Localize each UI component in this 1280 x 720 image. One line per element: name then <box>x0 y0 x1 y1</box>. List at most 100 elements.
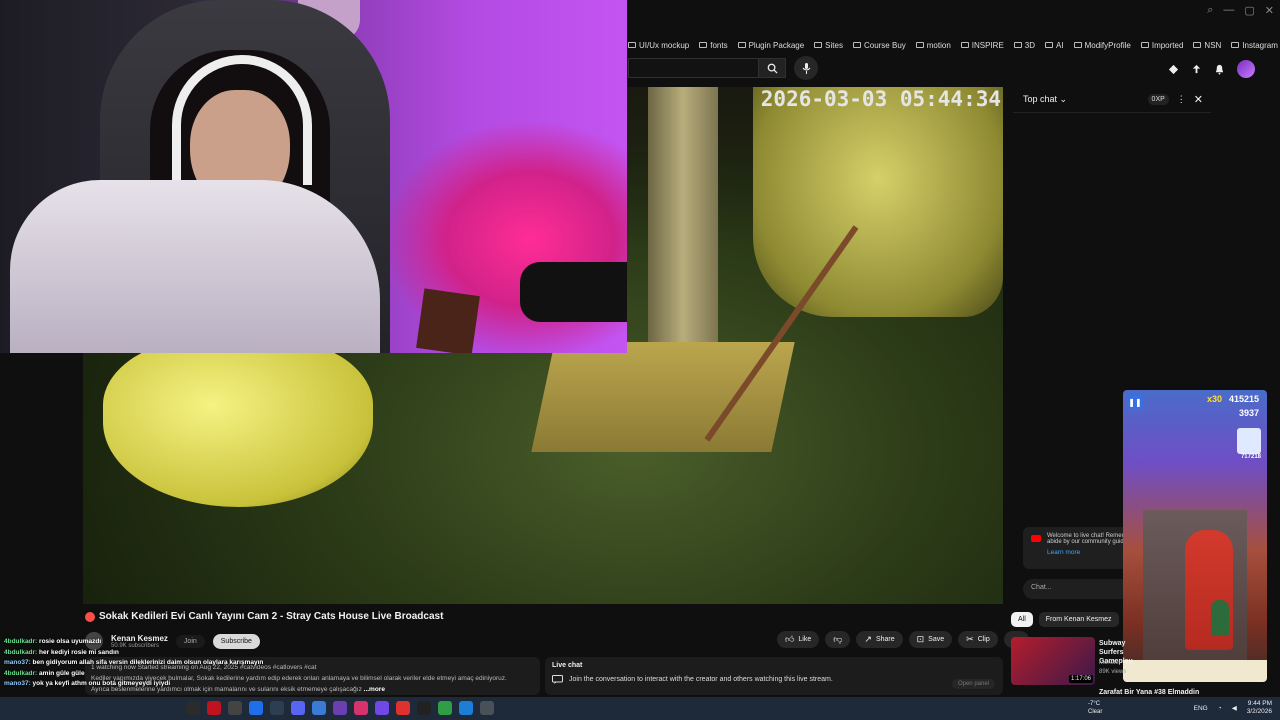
bookmark-item[interactable]: Course Buy <box>852 40 906 50</box>
app-icon[interactable] <box>291 701 305 715</box>
weather-widget[interactable]: -7°C Clear <box>1088 700 1102 716</box>
app-icon[interactable] <box>228 701 242 715</box>
stream-chat-overlay: 4bdulkadr: rosie olsa uyumazdı 4bdulkadr:… <box>4 637 294 690</box>
app-icon[interactable] <box>396 701 410 715</box>
language-indicator[interactable]: ENG <box>1194 705 1208 712</box>
stream-chat-message: 4bdulkadr: amin güle güle <box>4 669 294 680</box>
open-panel-button[interactable]: Open panel <box>951 679 995 689</box>
bookmark-item[interactable]: Sites <box>814 41 843 50</box>
app-icon[interactable] <box>249 701 263 715</box>
related-video-next-title[interactable]: Zarafat Bir Yana #38 Elmaddin <box>1099 689 1199 696</box>
app-icon[interactable] <box>333 701 347 715</box>
share-label: Share <box>875 636 895 643</box>
minimize-button[interactable]: — <box>1223 4 1234 17</box>
clock[interactable]: 9:44 PM 3/2/2026 <box>1247 700 1272 716</box>
bookmark-label: NSN <box>1204 40 1222 50</box>
live-indicator-icon <box>85 611 95 622</box>
header-actions <box>1168 60 1255 78</box>
bookmark-item[interactable]: NSN <box>1193 41 1221 50</box>
clip-label: Clip <box>977 636 990 643</box>
search-button[interactable] <box>758 58 786 78</box>
related-views: 89K views <box>1099 669 1127 675</box>
bookmark-item[interactable]: 3D <box>1013 41 1035 50</box>
game-coins: 3937 <box>1238 408 1259 418</box>
related-video[interactable]: 1:17:06 Subway Surfers Gameplay Monster 8… <box>1011 637 1132 687</box>
bookmark-item[interactable]: Instagram and Tik... <box>1231 41 1280 50</box>
chevron-down-icon: ⌄ <box>1059 94 1068 104</box>
high-score-icon <box>1237 428 1261 454</box>
chat-username: 4bdulkadr: <box>4 669 38 677</box>
create-icon[interactable] <box>1168 64 1179 75</box>
upload-icon[interactable] <box>1191 64 1202 75</box>
bookmark-label: Course Buy <box>863 40 906 50</box>
volume-icon[interactable]: ◀ <box>1232 704 1237 712</box>
video-title-row: Sokak Kedileri Evi Canlı Yayını Cam 2 - … <box>85 611 443 622</box>
app-icon[interactable] <box>459 701 473 715</box>
maximize-button[interactable]: ▢ <box>1244 4 1254 17</box>
app-icon[interactable] <box>375 701 389 715</box>
bookmark-item[interactable]: INSPIRE <box>960 41 1004 50</box>
close-window-button[interactable]: ✕ <box>1265 4 1274 17</box>
app-icon[interactable] <box>312 701 326 715</box>
folder-icon <box>1045 42 1054 48</box>
share-button[interactable]: ↗ Share <box>856 631 903 648</box>
close-chat-icon[interactable]: ✕ <box>1194 93 1203 106</box>
live-chat-subtitle: Join the conversation to interact with t… <box>552 675 996 684</box>
headset <box>172 55 312 185</box>
related-channel-name: Monster <box>1099 660 1121 666</box>
app-icon[interactable] <box>417 701 431 715</box>
account-avatar[interactable] <box>1237 60 1255 78</box>
screen: ⌕ — ▢ ✕ UI/Ux mockup fonts Plugin Package S… <box>0 0 1280 720</box>
chat-message-text: rosie olsa uyumazdı <box>39 638 102 645</box>
bookmark-item[interactable]: fonts <box>699 41 728 50</box>
dislike-button[interactable]: 👎︎ <box>825 631 851 648</box>
game-runner <box>1211 600 1229 636</box>
folder-icon <box>1231 42 1240 48</box>
chat-bubble-icon <box>552 675 563 684</box>
like-button[interactable]: 👍︎ Like <box>777 631 820 648</box>
search-icon <box>767 63 778 74</box>
stream-chat-message: mano37: yok ya keyfi athm onu bota gitme… <box>4 679 294 690</box>
more-options-icon[interactable]: ⋮ <box>1177 94 1186 105</box>
app-icon[interactable] <box>438 701 452 715</box>
clip-button[interactable]: ✂ Clip <box>958 631 998 648</box>
save-button[interactable]: ⊡ Save <box>908 631 953 648</box>
app-icon[interactable] <box>354 701 368 715</box>
app-icon[interactable] <box>207 701 221 715</box>
game-score: 415215 <box>1228 394 1259 404</box>
wifi-icon[interactable]: ◔ <box>1218 705 1222 712</box>
chat-username: mano37: <box>4 680 31 688</box>
search-tabs-icon[interactable]: ⌕ <box>1207 4 1213 17</box>
taskbar-apps <box>186 701 494 715</box>
xp-badge[interactable]: 0XP <box>1147 94 1169 105</box>
app-icon[interactable] <box>270 701 284 715</box>
voice-search-button[interactable] <box>794 56 818 80</box>
chat-mode-select[interactable]: Top chat ⌄ <box>1023 94 1067 105</box>
bookmark-item[interactable]: UI/Ux mockup <box>628 41 689 50</box>
clock-date: 3/2/2026 <box>1246 708 1272 715</box>
chat-mode-label: Top chat <box>1023 94 1058 104</box>
bookmark-item[interactable]: Plugin Package <box>737 41 804 50</box>
video-actions: 👍︎Like 👎︎ ↗Share ⊡Save ✂Clip ⋯ <box>777 631 1029 648</box>
microphone-icon <box>802 62 810 74</box>
stream-chat-message: 4bdulkadr: her kediyi rosie mi sandın <box>4 648 294 659</box>
bell-icon[interactable] <box>1214 64 1225 75</box>
app-icon[interactable] <box>480 701 494 715</box>
video-scene-tarp <box>753 87 1003 317</box>
bookmark-item[interactable]: AI <box>1045 41 1064 50</box>
more-link[interactable]: ...more <box>364 686 385 693</box>
bookmark-label: Imported <box>1151 40 1184 50</box>
pause-icon[interactable]: ❚❚ <box>1127 394 1143 410</box>
folder-icon <box>1140 42 1149 48</box>
app-icon[interactable] <box>186 701 200 715</box>
filter-chip[interactable]: From Kenan Kesmez <box>1038 612 1119 627</box>
bookmark-item[interactable]: Imported <box>1140 40 1184 50</box>
scissors-icon: ✂ <box>966 634 974 644</box>
like-label: Like <box>798 636 812 643</box>
chat-username: 4bdulkadr: <box>4 648 38 656</box>
bookmark-label: AI <box>1056 40 1064 50</box>
bookmark-item[interactable]: motion <box>915 41 951 50</box>
weather-desc: Clear <box>1088 709 1103 715</box>
bookmark-item[interactable]: ModifyProfile <box>1073 41 1131 50</box>
filter-chip[interactable]: All <box>1011 612 1033 627</box>
